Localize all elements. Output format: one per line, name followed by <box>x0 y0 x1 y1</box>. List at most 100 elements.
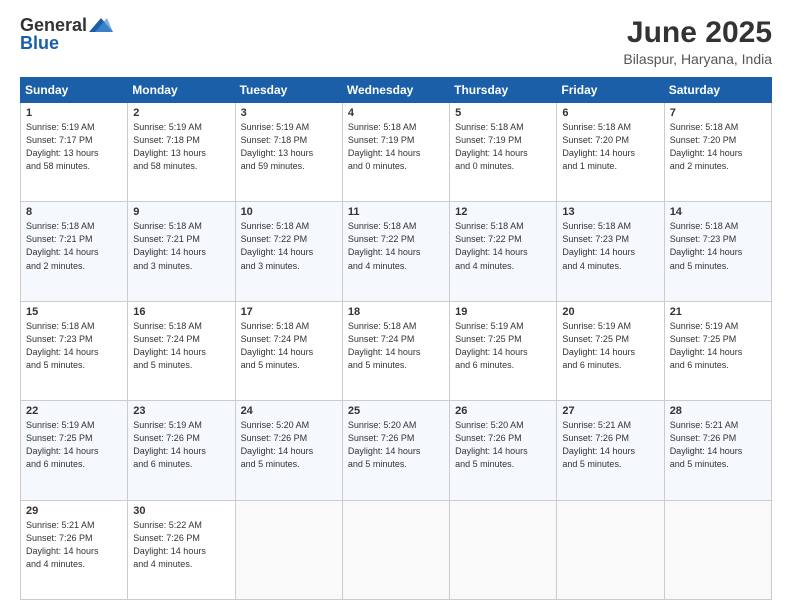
day-cell: 1 Sunrise: 5:19 AM Sunset: 7:17 PM Daylig… <box>21 103 128 202</box>
day-info: Sunrise: 5:20 AM Sunset: 7:26 PM Dayligh… <box>455 419 551 471</box>
day-number: 16 <box>133 306 229 318</box>
day-info: Sunrise: 5:19 AM Sunset: 7:25 PM Dayligh… <box>670 320 766 372</box>
day-cell: 23Sunrise: 5:19 AM Sunset: 7:26 PM Dayli… <box>128 401 235 500</box>
day-number: 14 <box>670 206 766 218</box>
day-number: 17 <box>241 306 337 318</box>
day-number: 15 <box>26 306 122 318</box>
day-info: Sunrise: 5:18 AM Sunset: 7:24 PM Dayligh… <box>241 320 337 372</box>
day-info: Sunrise: 5:19 AM Sunset: 7:17 PM Dayligh… <box>26 121 122 173</box>
day-number: 7 <box>670 107 766 119</box>
day-cell: 30Sunrise: 5:22 AM Sunset: 7:26 PM Dayli… <box>128 500 235 599</box>
day-cell <box>450 500 557 599</box>
day-info: Sunrise: 5:21 AM Sunset: 7:26 PM Dayligh… <box>562 419 658 471</box>
col-header-friday: Friday <box>557 78 664 103</box>
day-number: 3 <box>241 107 337 119</box>
day-number: 13 <box>562 206 658 218</box>
day-info: Sunrise: 5:18 AM Sunset: 7:23 PM Dayligh… <box>562 220 658 272</box>
day-cell: 2 Sunrise: 5:19 AM Sunset: 7:18 PM Daylig… <box>128 103 235 202</box>
week-row-3: 15 Sunrise: 5:18 AM Sunset: 7:23 PM Dayli… <box>21 301 772 400</box>
day-cell: 16 Sunrise: 5:18 AM Sunset: 7:24 PM Dayli… <box>128 301 235 400</box>
day-info: Sunrise: 5:18 AM Sunset: 7:22 PM Dayligh… <box>455 220 551 272</box>
day-cell: 5 Sunrise: 5:18 AM Sunset: 7:19 PM Daylig… <box>450 103 557 202</box>
day-number: 11 <box>348 206 444 218</box>
day-number: 20 <box>562 306 658 318</box>
day-info: Sunrise: 5:18 AM Sunset: 7:19 PM Dayligh… <box>348 121 444 173</box>
day-cell: 22 Sunrise: 5:19 AM Sunset: 7:25 PM Dayli… <box>21 401 128 500</box>
day-cell: 17 Sunrise: 5:18 AM Sunset: 7:24 PM Dayli… <box>235 301 342 400</box>
col-header-monday: Monday <box>128 78 235 103</box>
day-cell: 4 Sunrise: 5:18 AM Sunset: 7:19 PM Daylig… <box>342 103 449 202</box>
day-cell <box>664 500 771 599</box>
day-info: Sunrise: 5:19 AM Sunset: 7:25 PM Dayligh… <box>455 320 551 372</box>
day-number: 27 <box>562 405 658 417</box>
col-header-wednesday: Wednesday <box>342 78 449 103</box>
day-info: Sunrise: 5:18 AM Sunset: 7:24 PM Dayligh… <box>348 320 444 372</box>
col-header-tuesday: Tuesday <box>235 78 342 103</box>
day-cell <box>342 500 449 599</box>
day-number: 1 <box>26 107 122 119</box>
day-info: Sunrise: 5:18 AM Sunset: 7:22 PM Dayligh… <box>241 220 337 272</box>
day-cell: 14Sunrise: 5:18 AM Sunset: 7:23 PM Dayli… <box>664 202 771 301</box>
day-cell: 28 Sunrise: 5:21 AM Sunset: 7:26 PM Dayli… <box>664 401 771 500</box>
day-number: 9 <box>133 206 229 218</box>
day-info: Sunrise: 5:21 AM Sunset: 7:26 PM Dayligh… <box>26 519 122 571</box>
day-cell: 10 Sunrise: 5:18 AM Sunset: 7:22 PM Dayli… <box>235 202 342 301</box>
day-number: 8 <box>26 206 122 218</box>
day-number: 24 <box>241 405 337 417</box>
day-number: 23 <box>133 405 229 417</box>
day-cell: 8 Sunrise: 5:18 AM Sunset: 7:21 PM Daylig… <box>21 202 128 301</box>
day-number: 4 <box>348 107 444 119</box>
day-cell: 21Sunrise: 5:19 AM Sunset: 7:25 PM Dayli… <box>664 301 771 400</box>
day-number: 19 <box>455 306 551 318</box>
day-cell: 7 Sunrise: 5:18 AM Sunset: 7:20 PM Daylig… <box>664 103 771 202</box>
day-info: Sunrise: 5:18 AM Sunset: 7:20 PM Dayligh… <box>670 121 766 173</box>
day-cell: 27 Sunrise: 5:21 AM Sunset: 7:26 PM Dayli… <box>557 401 664 500</box>
main-title: June 2025 <box>623 16 772 49</box>
day-info: Sunrise: 5:19 AM Sunset: 7:25 PM Dayligh… <box>26 419 122 471</box>
day-info: Sunrise: 5:18 AM Sunset: 7:24 PM Dayligh… <box>133 320 229 372</box>
day-number: 2 <box>133 107 229 119</box>
day-info: Sunrise: 5:21 AM Sunset: 7:26 PM Dayligh… <box>670 419 766 471</box>
day-info: Sunrise: 5:18 AM Sunset: 7:22 PM Dayligh… <box>348 220 444 272</box>
week-row-4: 22 Sunrise: 5:19 AM Sunset: 7:25 PM Dayli… <box>21 401 772 500</box>
day-cell: 13 Sunrise: 5:18 AM Sunset: 7:23 PM Dayli… <box>557 202 664 301</box>
logo-general: General <box>20 16 87 34</box>
day-info: Sunrise: 5:19 AM Sunset: 7:25 PM Dayligh… <box>562 320 658 372</box>
day-cell: 18 Sunrise: 5:18 AM Sunset: 7:24 PM Dayli… <box>342 301 449 400</box>
page: General Blue June 2025 Bilaspur, Haryana… <box>0 0 792 612</box>
day-cell: 3Sunrise: 5:19 AM Sunset: 7:18 PM Daylig… <box>235 103 342 202</box>
day-info: Sunrise: 5:19 AM Sunset: 7:18 PM Dayligh… <box>133 121 229 173</box>
day-info: Sunrise: 5:22 AM Sunset: 7:26 PM Dayligh… <box>133 519 229 571</box>
title-block: June 2025 Bilaspur, Haryana, India <box>623 16 772 67</box>
logo-icon <box>89 18 113 32</box>
day-number: 22 <box>26 405 122 417</box>
day-info: Sunrise: 5:18 AM Sunset: 7:23 PM Dayligh… <box>26 320 122 372</box>
day-cell: 19 Sunrise: 5:19 AM Sunset: 7:25 PM Dayli… <box>450 301 557 400</box>
logo: General Blue <box>20 16 113 52</box>
header: General Blue June 2025 Bilaspur, Haryana… <box>20 16 772 67</box>
day-cell: 25Sunrise: 5:20 AM Sunset: 7:26 PM Dayli… <box>342 401 449 500</box>
day-info: Sunrise: 5:20 AM Sunset: 7:26 PM Dayligh… <box>348 419 444 471</box>
week-row-5: 29Sunrise: 5:21 AM Sunset: 7:26 PM Dayli… <box>21 500 772 599</box>
week-row-1: 1 Sunrise: 5:19 AM Sunset: 7:17 PM Daylig… <box>21 103 772 202</box>
day-info: Sunrise: 5:18 AM Sunset: 7:20 PM Dayligh… <box>562 121 658 173</box>
day-number: 5 <box>455 107 551 119</box>
day-number: 18 <box>348 306 444 318</box>
day-number: 28 <box>670 405 766 417</box>
week-row-2: 8 Sunrise: 5:18 AM Sunset: 7:21 PM Daylig… <box>21 202 772 301</box>
day-info: Sunrise: 5:18 AM Sunset: 7:21 PM Dayligh… <box>133 220 229 272</box>
day-number: 10 <box>241 206 337 218</box>
day-cell: 15 Sunrise: 5:18 AM Sunset: 7:23 PM Dayli… <box>21 301 128 400</box>
day-cell <box>235 500 342 599</box>
day-info: Sunrise: 5:20 AM Sunset: 7:26 PM Dayligh… <box>241 419 337 471</box>
day-cell: 6Sunrise: 5:18 AM Sunset: 7:20 PM Daylig… <box>557 103 664 202</box>
day-cell: 9 Sunrise: 5:18 AM Sunset: 7:21 PM Daylig… <box>128 202 235 301</box>
col-header-sunday: Sunday <box>21 78 128 103</box>
col-header-saturday: Saturday <box>664 78 771 103</box>
day-cell: 20 Sunrise: 5:19 AM Sunset: 7:25 PM Dayli… <box>557 301 664 400</box>
day-info: Sunrise: 5:18 AM Sunset: 7:21 PM Dayligh… <box>26 220 122 272</box>
day-number: 26 <box>455 405 551 417</box>
day-cell: 29Sunrise: 5:21 AM Sunset: 7:26 PM Dayli… <box>21 500 128 599</box>
day-info: Sunrise: 5:18 AM Sunset: 7:19 PM Dayligh… <box>455 121 551 173</box>
day-cell: 12Sunrise: 5:18 AM Sunset: 7:22 PM Dayli… <box>450 202 557 301</box>
